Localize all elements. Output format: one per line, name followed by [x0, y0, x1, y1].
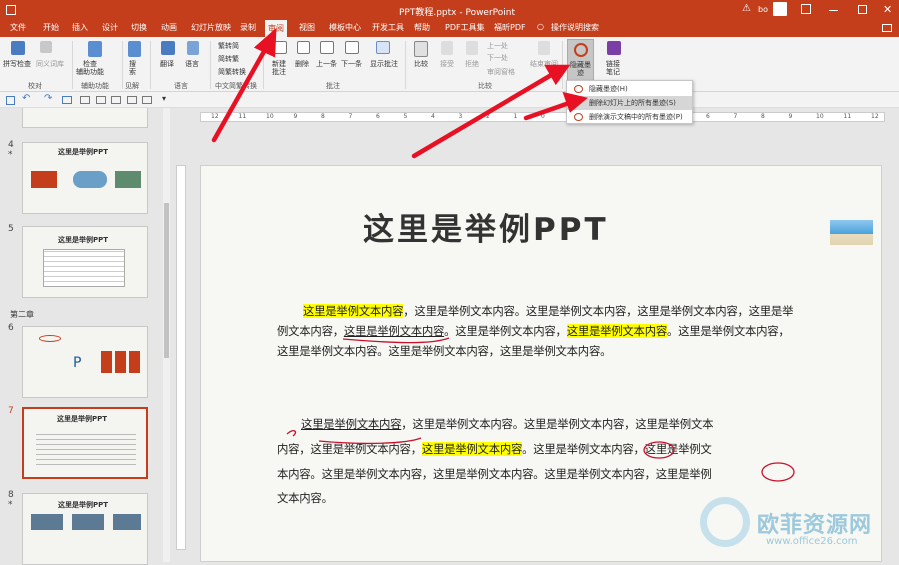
- watermark-logo: [700, 497, 750, 547]
- annotation-arrows: [211, 27, 588, 159]
- arrow-to-review-tab: [211, 45, 269, 143]
- watermark-name: 欧菲资源网: [757, 513, 873, 538]
- arrowhead-icon: [544, 64, 571, 86]
- arrowhead-icon: [562, 91, 588, 113]
- arrowhead-icon: [253, 27, 277, 58]
- watermark-url: www.office26.com: [766, 536, 858, 547]
- arrow-to-menu: [523, 99, 575, 121]
